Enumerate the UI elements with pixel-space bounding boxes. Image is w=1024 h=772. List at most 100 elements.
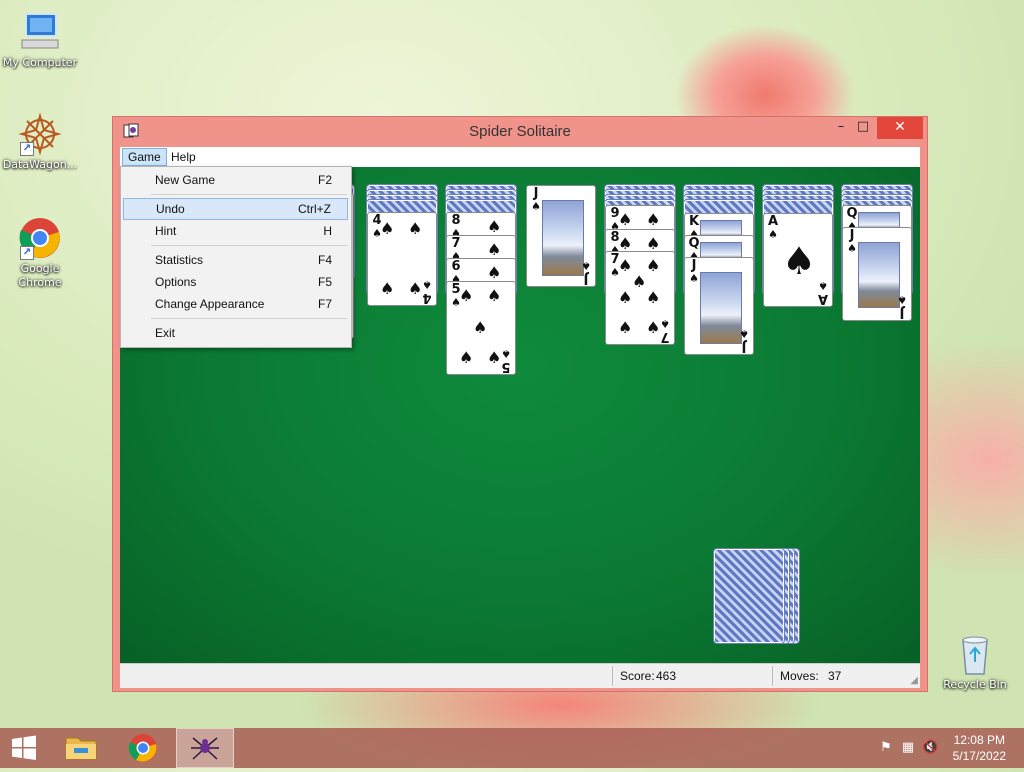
game-menu-dropdown: New Game F2 Undo Ctrl+Z Hint H Statistic… [120,166,352,348]
card-ace-spades[interactable]: A ♠ ♠ A ♠ [763,213,833,307]
menu-item-label: Options [155,275,197,289]
menu-item-shortcut: F2 [317,173,332,187]
shortcut-arrow-icon: ↗ [20,246,34,260]
card-j-spades[interactable]: J ♠ J ♠ [684,257,754,355]
card-5-spades[interactable]: 5 ♠ ♠ ♠ ♠ ♠ ♠ 5 ♠ [446,281,516,375]
menu-item-label: Change Appearance [155,297,265,311]
card-rank: 7 ♠ [660,317,670,344]
menu-item-options[interactable]: Options F5 [123,271,348,293]
clock-time: 12:08 PM [953,733,1005,747]
window-title: Spider Solitaire [469,123,571,140]
action-center-flag-icon[interactable]: ⚑ [878,740,894,756]
card-rank: 4♠ [422,278,432,305]
card-rank: J ♠ [689,258,699,285]
menu-item-exit[interactable]: Exit [123,322,348,344]
menu-item-label: Statistics [155,253,204,267]
pip: ♠ [408,219,423,238]
menu-item-label: Undo [156,202,185,216]
taskbar: ⚑ ▦ 🔇 12:08 PM 5/17/2022 [0,728,1024,768]
resize-grip-icon[interactable]: ◢ [910,675,918,686]
stock-pile[interactable] [713,548,785,644]
card-4-spades[interactable]: 4 ♠ ♠ ♠ ♠ ♠ 4 ♠ [367,212,437,306]
pip: ♠ [618,210,633,229]
card-rank: J ♠ [531,186,541,213]
pip: ♠ [380,219,395,238]
pip: ♠ [618,234,633,253]
status-separator [772,666,773,686]
clock-date: 5/17/2022 [952,749,1006,763]
pip: ♠ [618,256,633,275]
taskbar-chrome[interactable] [114,728,172,768]
pip: ♠ [487,286,502,305]
card-face-art [700,272,742,344]
taskbar-spider-solitaire[interactable] [176,728,234,768]
menu-item-undo[interactable]: Undo Ctrl+Z [123,198,348,220]
card-j-spades[interactable]: J ♠ J ♠ [526,185,596,287]
status-bar: Score: 463 Moves: 37 ◢ [120,663,920,688]
folder-icon [65,737,97,760]
menu-separator [151,245,347,246]
menu-item-shortcut: F7 [317,297,332,311]
ace-pip: ♠ [782,239,817,283]
card-rank: J ♠ [847,228,857,255]
moves-label: Moves: [780,669,819,683]
close-button[interactable]: ✕ [877,117,923,139]
status-separator [612,666,613,686]
card-rank: 5 ♠ [501,347,511,374]
menu-separator [151,318,347,319]
chrome-icon [128,734,157,762]
pip: ♠ [487,240,502,259]
menu-item-label: Exit [155,326,176,340]
desktop-icon-google-chrome[interactable]: ↗ Google Chrome [0,216,80,290]
menu-item-shortcut: F4 [317,253,332,267]
datawagon-icon: ↗ [18,112,62,156]
spider-icon [191,737,219,760]
moves-value: 37 [828,669,842,683]
windows-logo-icon [12,735,36,760]
pip: ♠ [646,210,661,229]
pip: ♠ [646,256,661,275]
pip: ♠ [459,286,474,305]
chrome-icon: ↗ [18,216,62,260]
start-button[interactable] [0,728,48,768]
menu-item-label: Hint [155,224,177,238]
pip: ♠ [646,234,661,253]
desktop-icon-label: DataWagon... [2,158,78,171]
card-7-spades[interactable]: 7 ♠ ♠ ♠ ♠ ♠ ♠ ♠ ♠ 7 ♠ [605,251,675,345]
pip: ♠ [618,288,633,307]
pip: ♠ [618,318,633,337]
desktop-icon-label: Google Chrome [18,262,62,289]
menu-item-change-appearance[interactable]: Change Appearance F7 [123,293,348,315]
score-label: Score: [620,669,655,683]
menu-help[interactable]: Help [166,148,201,166]
desktop-icon-datawagon[interactable]: ↗ DataWagon... [0,112,80,172]
desktop-icon-recycle-bin[interactable]: Recycle Bin [935,632,1015,692]
card-rank: A ♠ [767,214,779,241]
score-value: 463 [656,669,677,683]
maximize-button[interactable]: □ [849,117,877,139]
menu-item-hint[interactable]: Hint H [123,220,348,242]
desktop-icon-my-computer[interactable]: My Computer [0,10,80,70]
menu-item-label: New Game [155,173,216,187]
card-rank: J ♠ [739,327,749,354]
volume-muted-icon[interactable]: 🔇 [922,740,938,756]
pip: ♠ [380,279,395,298]
card-rank: J ♠ [581,259,591,286]
card-face-art [858,242,900,308]
recycle-bin-icon [953,632,997,676]
pip: ♠ [487,217,502,236]
title-bar[interactable]: Spider Solitaire – □ ✕ [113,117,927,147]
card-rank: A ♠ [817,279,829,306]
card-j-spades[interactable]: J ♠ J ♠ [842,227,912,321]
network-icon[interactable]: ▦ [900,740,916,756]
desktop-icon-label: Recycle Bin [943,678,1007,691]
menu-item-shortcut: Ctrl+Z [298,202,331,216]
menu-game[interactable]: Game [122,148,167,166]
taskbar-file-explorer[interactable] [52,728,110,768]
menu-item-shortcut: H [323,224,332,238]
pip: ♠ [473,318,488,337]
menu-item-new-game[interactable]: New Game F2 [123,169,348,191]
menu-item-statistics[interactable]: Statistics F4 [123,249,348,271]
system-clock[interactable]: 12:08 PM 5/17/2022 [953,732,1006,764]
desktop-icon-label: My Computer [2,56,78,69]
